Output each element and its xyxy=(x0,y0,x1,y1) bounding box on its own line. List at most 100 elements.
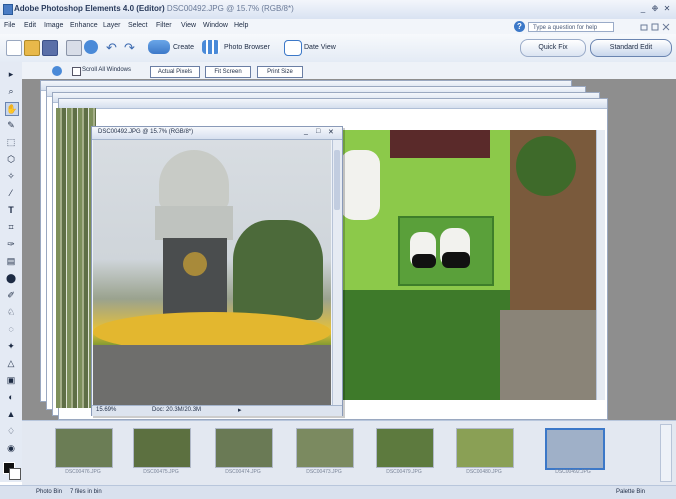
document-close-button[interactable]: ✕ xyxy=(328,128,334,136)
online-services-icon[interactable] xyxy=(84,40,98,54)
photo-bin-thumbnail[interactable] xyxy=(133,428,191,468)
date-view-icon[interactable] xyxy=(284,40,302,56)
zoom-tool-icon[interactable]: ⌕ xyxy=(5,85,17,97)
open-folder-icon[interactable] xyxy=(24,40,40,56)
standard-edit-button[interactable]: Standard Edit xyxy=(590,39,672,57)
blur-tool-icon[interactable]: ♢ xyxy=(5,425,17,437)
photo-canvas[interactable] xyxy=(93,140,331,405)
statue-base xyxy=(155,206,233,240)
print-icon[interactable] xyxy=(66,40,82,56)
scroll-all-checkbox[interactable] xyxy=(72,67,81,76)
menu-filter[interactable]: Filter xyxy=(156,22,172,29)
photoshop-logo-icon xyxy=(3,4,13,15)
photo-bin-thumbnail[interactable] xyxy=(55,428,113,468)
clone-stamp-tool-icon[interactable]: ♘ xyxy=(5,306,17,318)
menu-view[interactable]: View xyxy=(181,22,196,29)
photo-bin-toggle[interactable]: Photo Bin xyxy=(36,489,62,495)
menu-window[interactable]: Window xyxy=(203,22,228,29)
pencil-tool-icon[interactable]: ✦ xyxy=(5,340,17,352)
monument-emblem xyxy=(183,252,207,276)
document-title: DSC00492.JPG @ 15.7% (RGB/8*) xyxy=(98,129,194,135)
document-maximize-button[interactable]: □ xyxy=(316,128,320,135)
back-window-scrollbar[interactable] xyxy=(596,130,605,400)
menu-edit[interactable]: Edit xyxy=(24,22,36,29)
plaza-ground xyxy=(93,345,331,405)
redo-icon[interactable]: ↷ xyxy=(124,41,138,55)
photo-browser-label[interactable]: Photo Browser xyxy=(224,44,270,51)
magic-wand-tool-icon[interactable]: ✧ xyxy=(5,170,17,182)
stacked-photo-edges xyxy=(56,108,96,408)
background-color-swatch[interactable] xyxy=(9,468,21,480)
monument-pillar xyxy=(163,238,227,320)
photo-bin-thumbnail[interactable] xyxy=(376,428,434,468)
undo-icon[interactable]: ↶ xyxy=(106,41,120,55)
title-bar: Adobe Photoshop Elements 4.0 (Editor) DS… xyxy=(0,0,676,20)
vertical-scrollbar[interactable] xyxy=(332,140,342,405)
restore-button[interactable]: ❉ xyxy=(650,4,660,14)
doc-size: Doc: 20.3M/20.3M xyxy=(152,407,202,413)
hand-tool-icon[interactable]: ✋ xyxy=(5,102,19,116)
shape-tool-icon[interactable]: ▲ xyxy=(5,408,17,420)
lasso-tool-icon[interactable]: ⬡ xyxy=(5,153,17,165)
brush-tool-icon[interactable]: △ xyxy=(5,357,17,369)
app-title-text: Adobe Photoshop Elements 4.0 (Editor) xyxy=(14,4,165,13)
document-status-bar: 15.69% Doc: 20.3M/20.3M ▸ xyxy=(92,405,342,416)
status-menu-arrow-icon[interactable]: ▸ xyxy=(238,406,242,414)
close-button[interactable]: ✕ xyxy=(662,4,672,14)
move-tool-icon[interactable]: ▸ xyxy=(5,68,17,80)
menu-help[interactable]: Help xyxy=(234,22,248,29)
thumbnail-label: DSC00473.JPG xyxy=(306,469,342,475)
eyedropper-tool-icon[interactable]: ✎ xyxy=(5,119,17,131)
create-icon[interactable] xyxy=(148,40,170,54)
date-view-label[interactable]: Date View xyxy=(304,44,336,51)
new-file-icon[interactable] xyxy=(6,40,22,56)
active-document-window[interactable]: DSC00492.JPG @ 15.7% (RGB/8*) _ □ ✕ 15.6… xyxy=(91,126,343,416)
help-search-input[interactable]: Type a question for help xyxy=(528,22,614,32)
red-eye-tool-icon[interactable]: ⬤ xyxy=(5,272,17,284)
selection-brush-tool-icon[interactable]: ⁄ xyxy=(5,187,17,199)
photo-bin-thumbnail[interactable] xyxy=(296,428,354,468)
fit-screen-button[interactable]: Fit Screen xyxy=(205,66,251,78)
cookie-cutter-tool-icon[interactable]: ✑ xyxy=(5,238,17,250)
create-label[interactable]: Create xyxy=(173,44,194,51)
document-minimize-button[interactable]: _ xyxy=(304,128,308,135)
scroll-all-label: Scroll All Windows xyxy=(82,67,132,73)
zoom-value[interactable]: 15.69% xyxy=(96,407,116,413)
paint-bucket-tool-icon[interactable]: ▣ xyxy=(5,374,17,386)
photo-browser-icon[interactable] xyxy=(202,40,220,54)
print-size-button[interactable]: Print Size xyxy=(257,66,303,78)
gradient-tool-icon[interactable]: ◐ xyxy=(5,391,17,403)
thumbnail-label: DSC00474.JPG xyxy=(225,469,261,475)
scrollbar-thumb[interactable] xyxy=(334,150,340,210)
help-icon: ? xyxy=(514,21,525,32)
sponge-tool-icon[interactable]: ◉ xyxy=(5,442,17,454)
app-title: Adobe Photoshop Elements 4.0 (Editor) DS… xyxy=(14,4,294,13)
photo-bin-thumbnail[interactable] xyxy=(456,428,514,468)
background-trees xyxy=(233,220,323,320)
files-count: 7 files in bin xyxy=(70,489,102,495)
thumbnail-label: DSC00476.JPG xyxy=(65,469,101,475)
palette-bin-toggle[interactable]: Palette Bin xyxy=(616,489,645,495)
photo-bin-thumbnail[interactable] xyxy=(545,428,605,470)
menu-enhance[interactable]: Enhance xyxy=(70,22,98,29)
menu-select[interactable]: Select xyxy=(128,22,147,29)
quick-fix-button[interactable]: Quick Fix xyxy=(520,39,586,57)
menu-file[interactable]: File xyxy=(4,22,15,29)
actual-pixels-button[interactable]: Actual Pixels xyxy=(150,66,200,78)
panda-photo-window[interactable] xyxy=(340,130,596,400)
eraser-tool-icon[interactable]: ◌ xyxy=(5,323,17,335)
healing-brush-tool-icon[interactable]: ✐ xyxy=(5,289,17,301)
photo-bin-scrollbar[interactable] xyxy=(660,424,672,482)
marquee-tool-icon[interactable]: ⬚ xyxy=(5,136,17,148)
crop-tool-icon[interactable]: ⌗ xyxy=(5,221,17,233)
panda-poster-figure xyxy=(340,150,380,220)
minimize-button[interactable]: _ xyxy=(638,4,648,14)
menu-layer[interactable]: Layer xyxy=(103,22,121,29)
type-tool-icon[interactable]: T xyxy=(5,204,17,216)
menu-image[interactable]: Image xyxy=(44,22,63,29)
photo-bin-thumbnail[interactable] xyxy=(215,428,273,468)
document-titlebar: DSC00492.JPG @ 15.7% (RGB/8*) _ □ ✕ xyxy=(92,127,342,140)
hand-options-icon xyxy=(52,66,62,76)
save-icon[interactable] xyxy=(42,40,58,56)
straighten-tool-icon[interactable]: ▤ xyxy=(5,255,17,267)
